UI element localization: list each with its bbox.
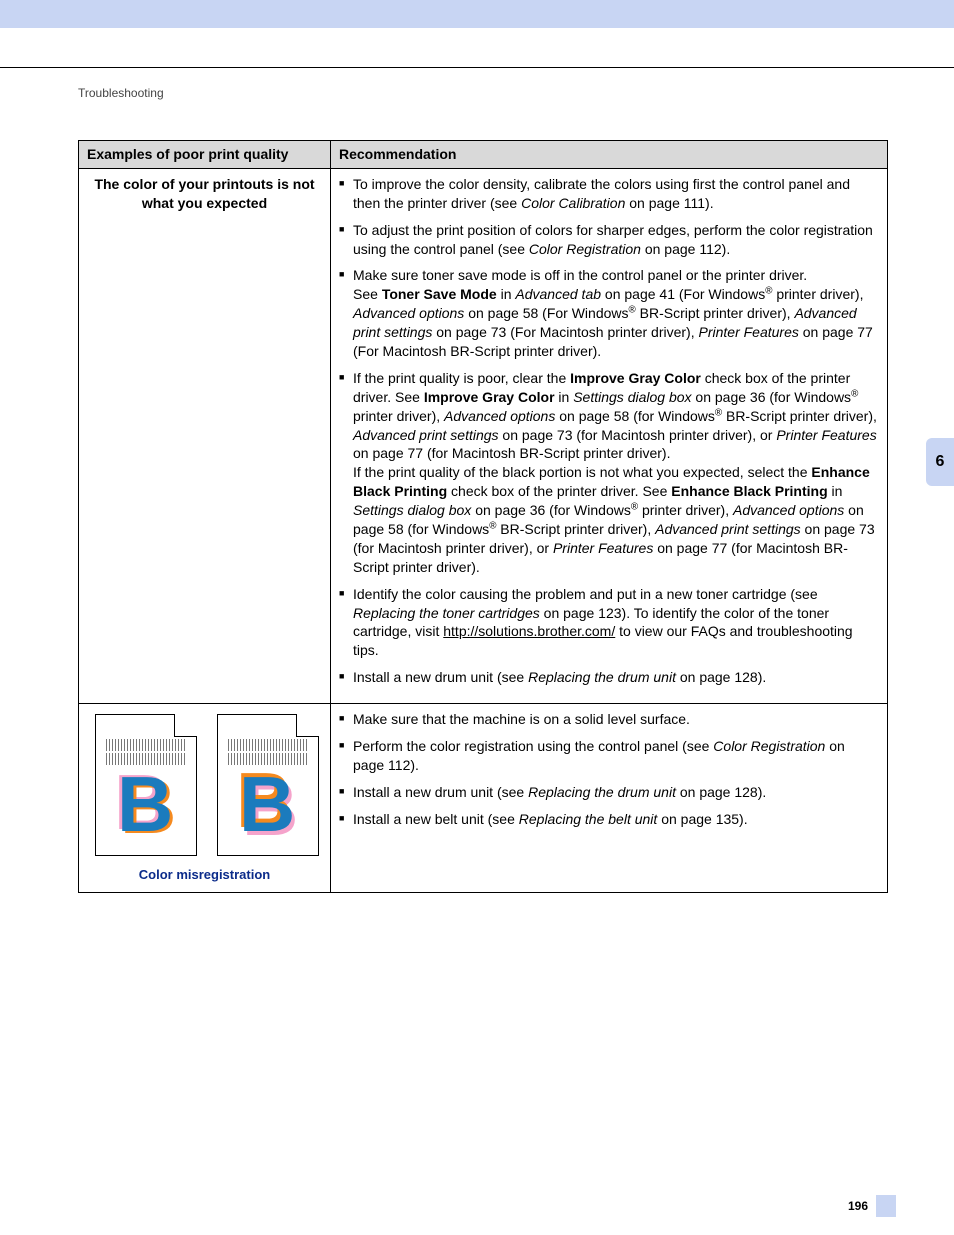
- text: on page 36 (for Windows: [692, 389, 852, 405]
- reg-mark-icon: ®: [851, 388, 858, 399]
- text: Install a new belt unit (see: [353, 811, 519, 827]
- text: on page 41 (For Windows: [601, 286, 765, 302]
- text: in: [497, 286, 516, 302]
- misregistration-illustration: B B B B B: [87, 714, 327, 856]
- text: See: [353, 286, 382, 302]
- ref: Printer Features: [699, 324, 799, 340]
- text: on page 73 (for Macintosh printer driver…: [499, 427, 777, 443]
- list-item: Identify the color causing the problem a…: [339, 585, 879, 661]
- text: in: [555, 389, 574, 405]
- text: printer driver),: [638, 502, 733, 518]
- top-rule: [0, 67, 954, 68]
- ref: Settings dialog box: [573, 389, 691, 405]
- text: If the print quality is poor, clear the: [353, 370, 570, 386]
- term: Improve Gray Color: [570, 370, 701, 386]
- list-item: To adjust the print position of colors f…: [339, 221, 879, 259]
- table-header-row: Examples of poor print quality Recommend…: [79, 141, 888, 169]
- text: on page 58 (for Windows: [555, 408, 715, 424]
- text: on page 73 (For Macintosh printer driver…: [432, 324, 698, 340]
- top-bar: [0, 0, 954, 28]
- text: BR-Script printer driver),: [636, 305, 795, 321]
- list-item: To improve the color density, calibrate …: [339, 175, 879, 213]
- list-item: Install a new drum unit (see Replacing t…: [339, 783, 879, 802]
- ref: Color Registration: [529, 241, 641, 257]
- ref: Color Calibration: [521, 195, 625, 211]
- text: BR-Script printer driver),: [722, 408, 877, 424]
- letter-b-icon: B: [117, 765, 173, 843]
- ref: Printer Features: [776, 427, 876, 443]
- troubleshooting-table: Examples of poor print quality Recommend…: [78, 140, 888, 893]
- text: Perform the color registration using the…: [353, 738, 713, 754]
- list-item: Make sure that the machine is on a solid…: [339, 710, 879, 729]
- text: on page 77 (for Macintosh BR-Script prin…: [353, 445, 670, 461]
- sample-sheet-icon: B B B: [95, 714, 197, 856]
- example-cell-color-not-expected: The color of your printouts is not what …: [79, 168, 331, 703]
- chapter-number: 6: [936, 453, 945, 471]
- col-header-examples: Examples of poor print quality: [79, 141, 331, 169]
- ref: Advanced print settings: [353, 427, 499, 443]
- page-number-tab: [876, 1195, 896, 1217]
- reg-mark-icon: ®: [631, 501, 638, 512]
- section-header: Troubleshooting: [78, 86, 164, 100]
- ref: Settings dialog box: [353, 502, 471, 518]
- table-row: B B B B B: [79, 704, 888, 893]
- term: Toner Save Mode: [382, 286, 497, 302]
- text: on page 36 (for Windows: [471, 502, 631, 518]
- solutions-link[interactable]: http://solutions.brother.com/: [443, 623, 615, 639]
- ref: Advanced options: [733, 502, 844, 518]
- text: on page 112).: [641, 241, 730, 257]
- recommendation-cell: To improve the color density, calibrate …: [331, 168, 888, 703]
- text: on page 111).: [625, 195, 713, 211]
- ref: Replacing the toner cartridges: [353, 605, 540, 621]
- example-cell-color-misregistration: B B B B B: [79, 704, 331, 893]
- recommendation-list: To improve the color density, calibrate …: [339, 175, 879, 687]
- ref: Replacing the drum unit: [528, 669, 676, 685]
- text: printer driver),: [772, 286, 863, 302]
- ref: Printer Features: [553, 540, 653, 556]
- ref: Advanced print settings: [655, 521, 801, 537]
- text: on page 128).: [676, 669, 766, 685]
- ref: Advanced options: [444, 408, 555, 424]
- ref: Replacing the drum unit: [528, 784, 676, 800]
- text: BR-Script printer driver),: [496, 521, 655, 537]
- ref: Color Registration: [713, 738, 825, 754]
- term: Enhance Black Printing: [671, 483, 827, 499]
- text: on page 58 (For Windows: [464, 305, 628, 321]
- list-item: Install a new drum unit (see Replacing t…: [339, 668, 879, 687]
- reg-mark-icon: ®: [715, 407, 722, 418]
- recommendation-list: Make sure that the machine is on a solid…: [339, 710, 879, 828]
- ref: Replacing the belt unit: [519, 811, 658, 827]
- text: Make sure toner save mode is off in the …: [353, 267, 807, 283]
- sample-sheet-icon: B B B: [217, 714, 319, 856]
- list-item: Make sure toner save mode is off in the …: [339, 266, 879, 360]
- content: Examples of poor print quality Recommend…: [78, 140, 888, 893]
- text: Install a new drum unit (see: [353, 669, 528, 685]
- text: on page 135).: [657, 811, 747, 827]
- text: on page 128).: [676, 784, 766, 800]
- text: If the print quality of the black portio…: [353, 464, 811, 480]
- ref: Advanced tab: [515, 286, 601, 302]
- page: Troubleshooting 6 Examples of poor print…: [0, 0, 954, 1235]
- term: Improve Gray Color: [424, 389, 555, 405]
- text: in: [828, 483, 843, 499]
- text: Install a new drum unit (see: [353, 784, 528, 800]
- col-header-recommendation: Recommendation: [331, 141, 888, 169]
- example-caption: Color misregistration: [87, 856, 322, 884]
- letter-b-icon: B: [239, 765, 295, 843]
- table-row: The color of your printouts is not what …: [79, 168, 888, 703]
- list-item: Perform the color registration using the…: [339, 737, 879, 775]
- list-item: If the print quality is poor, clear the …: [339, 369, 879, 577]
- text: Make sure that the machine is on a solid…: [353, 711, 690, 727]
- chapter-tab: 6: [926, 438, 954, 486]
- list-item: Install a new belt unit (see Replacing t…: [339, 810, 879, 829]
- ref: Advanced options: [353, 305, 464, 321]
- text: check box of the printer driver. See: [447, 483, 671, 499]
- recommendation-cell: Make sure that the machine is on a solid…: [331, 704, 888, 893]
- text: printer driver),: [353, 408, 444, 424]
- text: Identify the color causing the problem a…: [353, 586, 818, 602]
- page-number: 196: [848, 1199, 868, 1213]
- reg-mark-icon: ®: [629, 305, 636, 316]
- example-title: The color of your printouts is not what …: [87, 175, 322, 213]
